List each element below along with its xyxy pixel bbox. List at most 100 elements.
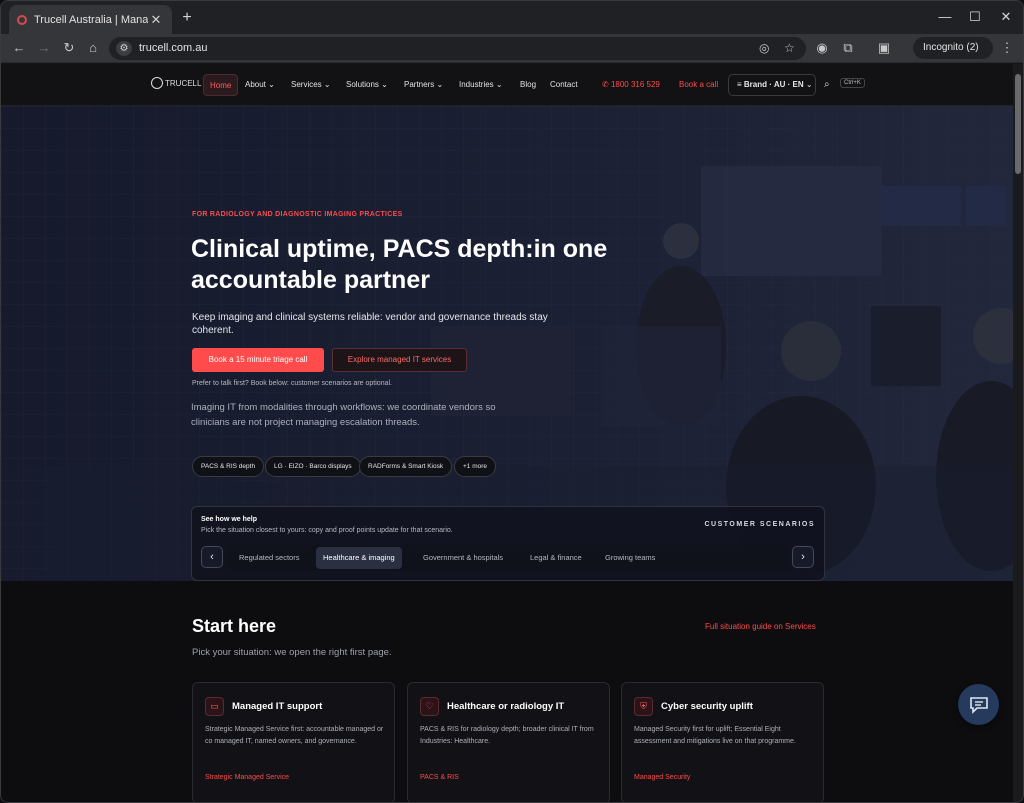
card-title: Healthcare or radiology IT (447, 701, 565, 712)
eye-off-icon[interactable]: ◎ (759, 41, 769, 55)
minimize-icon[interactable]: — (935, 9, 955, 24)
nav-industries-label: Industries (459, 80, 494, 89)
nav-about[interactable]: About ⌄ (239, 74, 281, 96)
card-managed-it[interactable]: ▭ Managed IT support Strategic Managed S… (192, 682, 395, 802)
chevron-down-icon: ⌄ (805, 80, 813, 89)
close-window-icon[interactable]: ✕ (996, 9, 1016, 25)
scenario-tab-regulated[interactable]: Regulated sectors (232, 547, 306, 569)
card-description: Managed Security first for uplift; Essen… (634, 726, 796, 745)
chevron-down-icon: ⌄ (381, 80, 388, 89)
chip-radforms[interactable]: RADForms & Smart Kiosk (359, 456, 453, 477)
card-link[interactable]: Strategic Managed Service (205, 774, 289, 781)
phone-number: 1800 316 529 (610, 80, 660, 89)
scenarios-label: CUSTOMER SCENARIOS (704, 521, 815, 528)
forward-icon[interactable]: → (35, 40, 53, 56)
maximize-icon[interactable]: ☐ (965, 9, 985, 25)
scenario-tab-government[interactable]: Government & hospitals (416, 547, 510, 569)
tab-title: Trucell Australia | Managed IT, c (34, 13, 148, 26)
hero-subtitle: Keep imaging and clinical systems reliab… (192, 312, 548, 336)
site-favicon-icon (17, 14, 27, 25)
menu-kebab-icon[interactable]: ⋮ (998, 40, 1016, 56)
explore-services-button[interactable]: Explore managed IT services (332, 348, 467, 372)
chip-pacs-ris[interactable]: PACS & RIS depth (192, 456, 265, 477)
card-link[interactable]: PACS & RIS (420, 774, 459, 781)
shield-icon: ⛨ (634, 697, 653, 716)
scenario-tab-growing[interactable]: Growing teams (598, 547, 662, 569)
card-description: PACS & RIS for radiology depth; broader … (420, 726, 594, 745)
scenario-prev-button[interactable]: ‹ (201, 546, 223, 568)
scenarios-heading: See how we help (201, 516, 258, 523)
scenario-tab-legal[interactable]: Legal & finance (523, 547, 589, 569)
nav-industries[interactable]: Industries ⌄ (453, 74, 509, 96)
search-icon[interactable]: ⌕ (824, 79, 830, 90)
card-healthcare-it[interactable]: ♡ Healthcare or radiology IT PACS & RIS … (407, 682, 610, 802)
chip-more[interactable]: +1 more (454, 456, 497, 477)
scenario-next-button[interactable]: › (792, 546, 814, 568)
browser-window: Trucell Australia | Managed IT, c ✕ + — … (0, 0, 1024, 803)
logo-mark-icon (151, 77, 163, 89)
customer-scenarios-panel: See how we help Pick the situation close… (191, 506, 825, 581)
scrollbar-thumb[interactable] (1015, 74, 1021, 174)
search-shortcut: Ctrl+K (840, 78, 865, 88)
card-cyber-security[interactable]: ⛨ Cyber security uplift Managed Security… (621, 682, 824, 802)
monitor-heart-icon: ♡ (420, 697, 439, 716)
hero-eyebrow: FOR RADIOLOGY AND DIAGNOSTIC IMAGING PRA… (192, 211, 403, 218)
trucell-logo[interactable]: TRUCELL (151, 77, 201, 89)
nav-about-label: About (245, 80, 266, 89)
chevron-down-icon: ⌄ (268, 80, 275, 89)
chevron-down-icon: ⌄ (323, 80, 331, 89)
hero-section: FOR RADIOLOGY AND DIAGNOSTIC IMAGING PRA… (1, 106, 1013, 581)
browser-tab[interactable]: Trucell Australia | Managed IT, c ✕ (9, 5, 172, 34)
full-guide-link[interactable]: Full situation guide on Services (705, 622, 816, 631)
web-page: TRUCELL Home About ⌄ Services ⌄ Solution… (1, 64, 1013, 802)
close-tab-icon[interactable]: ✕ (148, 12, 164, 28)
incognito-indicator[interactable]: Incognito (2) (913, 37, 993, 59)
site-header: TRUCELL Home About ⌄ Services ⌄ Solution… (1, 64, 1013, 106)
start-here-subtitle: Pick your situation: we open the right f… (192, 647, 392, 658)
chip-displays[interactable]: LG · EIZO · Barco displays (265, 456, 361, 477)
chevron-left-icon: ‹ (210, 551, 214, 563)
phone-icon: ✆ (602, 80, 609, 89)
nav-solutions[interactable]: Solutions ⌄ (340, 74, 394, 96)
reading-list-icon[interactable]: ▣ (875, 40, 893, 56)
browser-toolbar: ← → ↻ ⌂ ⚙ trucell.com.au ◎ ☆ ◉ ⧉ ▣ Incog… (1, 34, 1023, 63)
nav-services[interactable]: Services ⌄ (285, 74, 337, 96)
extensions-puzzle-icon[interactable]: ⧉ (839, 40, 857, 56)
scenario-tab-healthcare[interactable]: Healthcare & imaging (316, 547, 402, 569)
card-title: Cyber security uplift (661, 701, 753, 712)
address-bar[interactable]: ⚙ trucell.com.au ◎ ☆ (109, 37, 806, 60)
nav-contact[interactable]: Contact (544, 74, 584, 96)
hero-title: Clinical uptime, PACS depth:in one accou… (191, 235, 608, 294)
home-icon[interactable]: ⌂ (84, 40, 102, 56)
scenarios-description: Pick the situation closest to yours: cop… (201, 527, 453, 534)
card-link[interactable]: Managed Security (634, 774, 690, 781)
page-scrollbar[interactable] (1013, 64, 1023, 802)
chevron-down-icon: ⌄ (436, 80, 444, 89)
extension-color-icon[interactable]: ◉ (813, 40, 831, 56)
chat-widget-button[interactable] (958, 684, 999, 725)
nav-partners[interactable]: Partners ⌄ (398, 74, 449, 96)
nav-home[interactable]: Home (203, 74, 239, 96)
triage-call-button[interactable]: Book a 15 minute triage call (192, 348, 324, 372)
hero-fine-print: Prefer to talk first? Book below: custom… (192, 380, 392, 387)
url-text[interactable]: trucell.com.au (139, 42, 207, 54)
book-call-link[interactable]: Book a call (679, 80, 718, 89)
start-here-title: Start here (192, 616, 277, 636)
nav-blog[interactable]: Blog (514, 74, 542, 96)
new-tab-icon[interactable]: + (179, 9, 195, 27)
back-icon[interactable]: ← (10, 40, 28, 56)
site-info-icon[interactable]: ⚙ (116, 41, 132, 56)
bookmark-star-icon[interactable]: ☆ (784, 41, 795, 55)
start-here-section: Start here Pick your situation: we open … (1, 581, 1013, 802)
phone-link[interactable]: ✆ 1800 316 529 (602, 80, 660, 89)
incognito-label: Incognito (2) (923, 42, 979, 53)
brand-selector[interactable]: ≡ Brand · AU · EN ⌄ (728, 74, 816, 96)
reload-icon[interactable]: ↻ (60, 40, 78, 56)
hero-paragraph: Imaging IT from modalities through workf… (191, 402, 496, 428)
scenario-tabs: Regulated sectors Healthcare & imaging G… (228, 545, 788, 571)
logo-text: TRUCELL (165, 78, 202, 88)
chevron-down-icon: ⌄ (495, 80, 503, 89)
tab-strip: Trucell Australia | Managed IT, c ✕ + — … (1, 1, 1023, 34)
chevron-right-icon: › (801, 551, 805, 563)
briefcase-icon: ▭ (205, 697, 224, 716)
